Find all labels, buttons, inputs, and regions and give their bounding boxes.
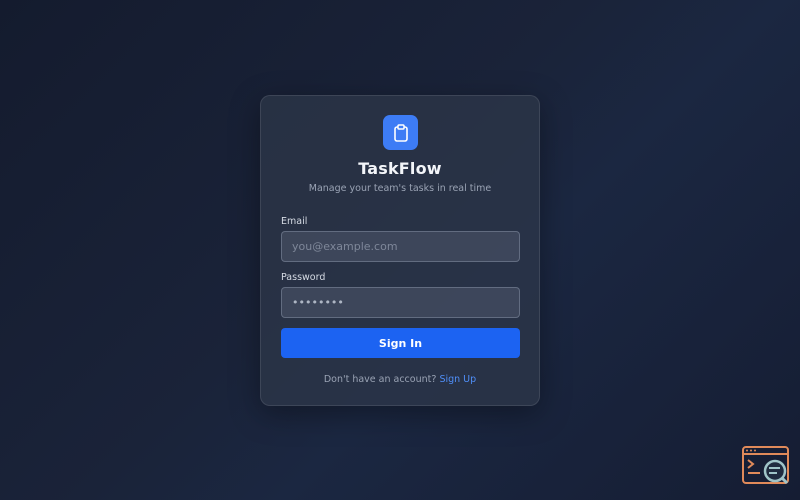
terminal-search-icon[interactable] — [742, 446, 790, 486]
app-title: TaskFlow — [358, 159, 442, 178]
sign-up-link[interactable]: Sign Up — [439, 374, 476, 385]
password-field[interactable] — [281, 287, 520, 318]
signup-prompt: Don't have an account? Sign Up — [261, 374, 539, 385]
email-label: Email — [281, 216, 308, 227]
password-label: Password — [281, 272, 326, 283]
email-field[interactable] — [281, 231, 520, 262]
app-subtitle: Manage your team's tasks in real time — [308, 183, 492, 194]
login-card: TaskFlow Manage your team's tasks in rea… — [260, 95, 540, 406]
sign-in-button[interactable]: Sign In — [281, 328, 520, 358]
clipboard-icon — [383, 115, 418, 150]
signup-prompt-text: Don't have an account? — [323, 374, 437, 385]
